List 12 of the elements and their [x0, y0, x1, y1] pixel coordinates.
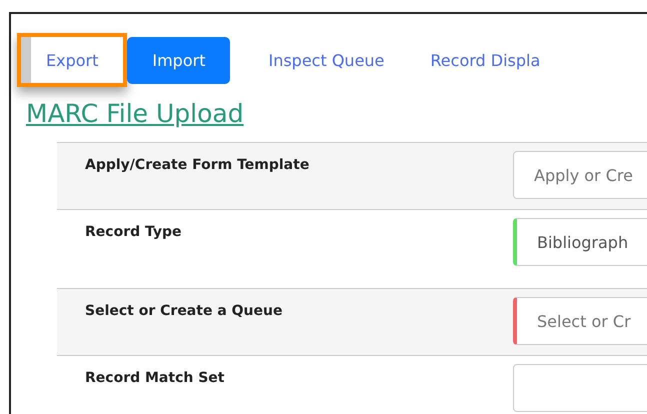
input-field[interactable]: Bibliograph: [513, 218, 647, 266]
tab[interactable]: Export: [21, 38, 124, 82]
input-field[interactable]: Apply or Cre: [513, 151, 647, 199]
field-label: Record Type: [84, 223, 183, 242]
field-label: Apply/Create Form Template: [84, 156, 310, 175]
tab[interactable]: Import: [127, 36, 230, 84]
page-heading-link[interactable]: MARC File Upload: [26, 99, 244, 128]
field-label: Select or Create a Queue: [84, 302, 284, 321]
field-label: Record Match Set: [84, 369, 226, 388]
tab[interactable]: Inspect Queue: [238, 36, 404, 84]
input-field[interactable]: Select or Cr: [513, 297, 647, 345]
tab[interactable]: Record Displa: [411, 36, 560, 84]
